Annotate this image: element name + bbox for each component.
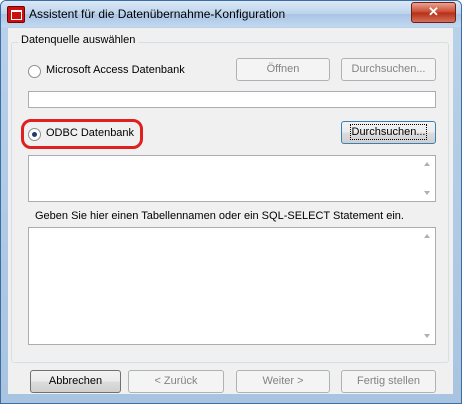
wizard-window: Assistent für die Datenübernahme-Konfigu…: [0, 0, 462, 404]
scroll-up-arrow-icon[interactable]: [424, 162, 430, 166]
close-button[interactable]: ✕: [411, 2, 456, 23]
group-legend: Datenquelle auswählen: [18, 34, 139, 46]
open-button[interactable]: Öffnen: [236, 58, 330, 81]
odbc-browse-button[interactable]: Durchsuchen...: [341, 121, 436, 144]
highlight-annotation: [21, 119, 143, 149]
title-bar[interactable]: Assistent für die Datenübernahme-Konfigu…: [1, 1, 461, 27]
sql-statement-input[interactable]: [28, 227, 436, 345]
access-radio[interactable]: [28, 65, 41, 78]
scroll-down-arrow-icon[interactable]: [424, 191, 430, 195]
access-browse-button[interactable]: Durchsuchen...: [341, 58, 436, 81]
access-path-input[interactable]: [28, 91, 436, 108]
sql-scrollbar[interactable]: [419, 228, 435, 344]
scroll-down-arrow-icon[interactable]: [424, 334, 430, 338]
scroll-up-arrow-icon[interactable]: [424, 234, 430, 238]
access-radio-label[interactable]: Microsoft Access Datenbank: [46, 64, 185, 76]
cancel-button[interactable]: Abbrechen: [30, 370, 121, 393]
finish-button[interactable]: Fertig stellen: [341, 370, 436, 393]
odbc-scrollbar[interactable]: [419, 156, 435, 201]
app-icon[interactable]: [7, 6, 25, 23]
odbc-source-field[interactable]: [28, 155, 436, 202]
next-button[interactable]: Weiter >: [236, 370, 330, 393]
back-button[interactable]: < Zurück: [128, 370, 224, 393]
sql-instruction: Geben Sie hier einen Tabellennamen oder …: [35, 210, 404, 222]
window-title: Assistent für die Datenübernahme-Konfigu…: [29, 7, 286, 21]
dialog-body: Datenquelle auswählen Microsoft Access D…: [8, 28, 453, 394]
